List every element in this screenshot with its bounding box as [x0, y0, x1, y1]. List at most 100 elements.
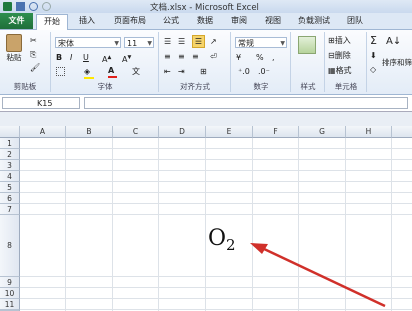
row-header-1[interactable]: 1 [0, 138, 20, 149]
increase-decimal-icon: ⁺.0 [238, 67, 250, 76]
formula-input[interactable] [84, 97, 408, 109]
undo-icon[interactable] [29, 2, 38, 11]
align-bottom-icon: ☰ [194, 37, 203, 46]
insert-cells-button[interactable]: ⊞插入 [328, 35, 351, 46]
number-format-combo[interactable]: 常规 ▼ [235, 37, 287, 48]
font-color-button[interactable]: A [108, 65, 117, 78]
increase-indent-button[interactable]: ⇥ [178, 66, 185, 77]
copy-button[interactable]: ⎘ [30, 49, 36, 60]
tab-formulas[interactable]: 公式 [156, 14, 186, 28]
tab-file[interactable]: 文件 [0, 13, 33, 29]
wrap-text-button[interactable]: ⏎ [210, 51, 217, 62]
fill-button[interactable]: ⬇ [370, 50, 377, 61]
eraser-icon: ◇ [370, 65, 377, 74]
tab-page-layout[interactable]: 页面布局 [108, 14, 152, 28]
grow-font-button[interactable]: A▲ [102, 52, 111, 65]
align-left-button[interactable]: ≡ [164, 51, 171, 62]
align-middle-button[interactable]: ☰ [178, 36, 185, 47]
sort-filter-button[interactable]: A↓ 排序和筛 [382, 36, 412, 68]
column-header-a[interactable]: A [20, 126, 66, 138]
insert-label: 插入 [334, 36, 351, 45]
italic-button[interactable]: I [70, 52, 72, 63]
save-icon[interactable] [16, 2, 25, 11]
tab-view[interactable]: 视图 [258, 14, 288, 28]
chevron-down-icon: ▼ [280, 40, 285, 47]
align-right-button[interactable]: ≡ [192, 51, 199, 62]
shrink-font-button[interactable]: A▼ [122, 52, 131, 65]
underline-button[interactable]: U [83, 52, 89, 63]
row-header-3[interactable]: 3 [0, 160, 20, 171]
row-header-7[interactable]: 7 [0, 204, 20, 215]
merge-center-button[interactable]: ⊞ [200, 66, 207, 77]
tab-load-test[interactable]: 负载测试 [292, 14, 336, 28]
column-header-partial[interactable] [392, 126, 412, 138]
tab-review[interactable]: 审阅 [224, 14, 254, 28]
cut-button[interactable]: ✂ [30, 35, 37, 46]
align-top-button[interactable]: ☰ [164, 36, 171, 47]
row-header-6[interactable]: 6 [0, 193, 20, 204]
tab-home[interactable]: 开始 [36, 14, 68, 30]
delete-icon: ⊟ [328, 51, 335, 60]
column-header-h[interactable]: H [346, 126, 392, 138]
currency-icon: ¥ [236, 53, 242, 62]
column-header-e[interactable]: E [206, 126, 253, 138]
bold-button[interactable]: B [56, 52, 62, 63]
orientation-button[interactable]: ↗ [210, 36, 217, 47]
row-header-9[interactable]: 9 [0, 277, 20, 288]
styles-button[interactable] [298, 36, 316, 57]
name-box[interactable]: K15 [2, 97, 80, 109]
align-center-button[interactable]: ≡ [178, 51, 185, 62]
font-name-value: 宋体 [58, 39, 74, 48]
font-size-combo[interactable]: 11 ▼ [124, 37, 154, 48]
format-cells-button[interactable]: ▦格式 [328, 65, 352, 76]
clear-button[interactable]: ◇ [370, 64, 376, 75]
row-header-2[interactable]: 2 [0, 149, 20, 160]
borders-button[interactable] [56, 67, 65, 79]
redo-icon[interactable] [42, 2, 51, 11]
cell-e8-text: O [208, 226, 227, 251]
phonetic-button[interactable]: 文 [132, 66, 140, 77]
format-painter-button[interactable]: 🖌 [30, 62, 40, 73]
cell-e8-subscript: 2 [226, 236, 236, 254]
window-title: 文档.xlsx - Microsoft Excel [150, 3, 259, 13]
row-header-11[interactable]: 11 [0, 299, 20, 310]
row-header-4[interactable]: 4 [0, 171, 20, 182]
percent-button[interactable]: % [256, 52, 264, 63]
comma-button[interactable]: , [272, 52, 275, 63]
worksheet-grid[interactable]: A B C D E F G H 1 2 3 4 5 6 7 8 9 10 11 … [0, 126, 412, 311]
column-header-f[interactable]: F [253, 126, 299, 138]
row-header-5[interactable]: 5 [0, 182, 20, 193]
font-name-combo[interactable]: 宋体 ▼ [55, 37, 121, 48]
select-all-corner[interactable] [0, 126, 20, 138]
number-group: 常规 ▼ ¥ % , ⁺.0 .0⁻ 数字 [232, 32, 291, 92]
tab-data[interactable]: 数据 [190, 14, 220, 28]
ribbon-tabs: 文件 开始 插入 页面布局 公式 数据 审阅 视图 负载测试 团队 [0, 13, 412, 30]
border-icon [56, 67, 65, 76]
tab-team[interactable]: 团队 [340, 14, 370, 28]
align-bottom-button[interactable]: ☰ [192, 35, 205, 48]
decrease-indent-button[interactable]: ⇤ [164, 66, 171, 77]
column-header-c[interactable]: C [113, 126, 159, 138]
row-header-8[interactable]: 8 [0, 215, 20, 277]
delete-cells-button[interactable]: ⊟删除 [328, 50, 351, 61]
column-header-b[interactable]: B [66, 126, 113, 138]
gridline [20, 276, 412, 277]
tab-insert[interactable]: 插入 [72, 14, 102, 28]
increase-decimal-button[interactable]: ⁺.0 [238, 66, 250, 77]
paste-button[interactable]: 粘贴 [3, 34, 25, 63]
decrease-decimal-button[interactable]: .0⁻ [258, 66, 270, 77]
align-top-icon: ☰ [164, 37, 172, 46]
gridline [20, 203, 412, 204]
align-center-icon: ≡ [178, 52, 185, 61]
currency-button[interactable]: ¥ [236, 52, 241, 63]
column-header-d[interactable]: D [159, 126, 206, 138]
merge-icon: ⊞ [200, 67, 207, 76]
cell-e8-content[interactable]: O2 [208, 228, 236, 256]
column-header-g[interactable]: G [299, 126, 346, 138]
alignment-group: ☰ ☰ ☰ ↗ ≡ ≡ ≡ ⏎ ⇤ ⇥ ⊞ 对齐方式 [160, 32, 231, 92]
fill-color-button[interactable]: ◈ [84, 66, 94, 79]
autosum-button[interactable]: Σ [370, 35, 377, 46]
gridline [20, 181, 412, 182]
row-header-10[interactable]: 10 [0, 288, 20, 299]
clipboard-icon [6, 34, 22, 52]
